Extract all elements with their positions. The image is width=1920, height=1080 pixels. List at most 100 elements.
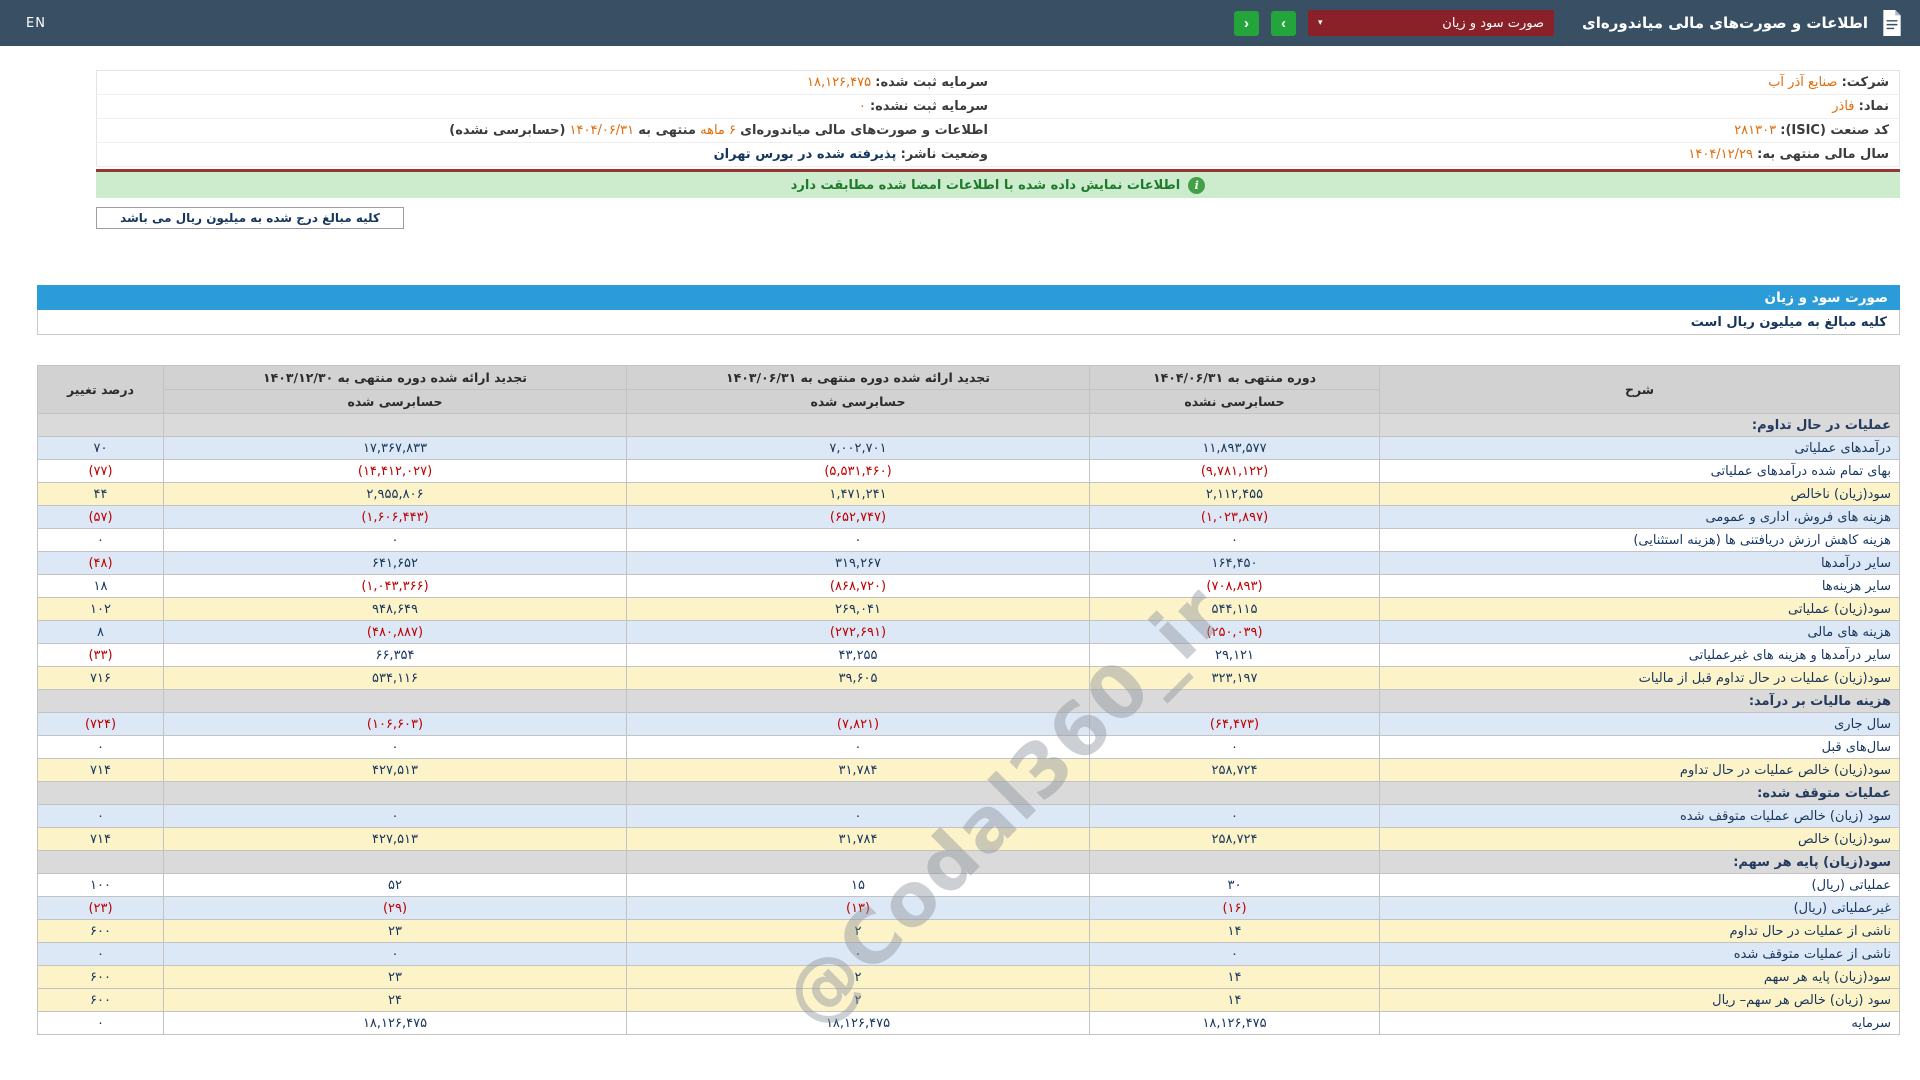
percent-change-cell: ۸ [38, 621, 164, 644]
percent-change-cell: (۷۲۴) [38, 713, 164, 736]
row-description: سود (زیان) خالص هر سهم– ریال [1380, 989, 1900, 1012]
percent-change-cell [38, 782, 164, 805]
percent-change-cell: (۲۳) [38, 897, 164, 920]
value-cell: ۶۶,۳۵۴ [164, 644, 627, 667]
percent-change-cell: (۵۷) [38, 506, 164, 529]
row-description: عملیات در حال تداوم: [1380, 414, 1900, 437]
value-cell: ۲۵۸,۷۲۴ [1090, 828, 1380, 851]
percent-change-cell: ۷۱۴ [38, 828, 164, 851]
row-description: سود(زیان) پایه هر سهم: [1380, 851, 1900, 874]
value-cell: ۹۴۸,۶۴۹ [164, 598, 627, 621]
percent-change-cell: ۷۱۶ [38, 667, 164, 690]
percent-change-cell: ۱۸ [38, 575, 164, 598]
value-cell: ۱۶۴,۴۵۰ [1090, 552, 1380, 575]
field-value: ۰ [859, 99, 866, 114]
nav-back-button[interactable]: ‹ [1234, 11, 1259, 36]
value-cell: (۶۴,۴۷۳) [1090, 713, 1380, 736]
row-description: هزینه مالیات بر درآمد: [1380, 690, 1900, 713]
audit-status-prior: حسابرسی شده [627, 390, 1090, 414]
income-statement-table: شرح دوره منتهی به ۱۴۰۴/۰۶/۳۱ تجدید ارائه… [37, 365, 1900, 1035]
value-cell [627, 690, 1090, 713]
company-info-table: شرکت: صنایع آذر آب سرمایه ثبت شده: ۱۸,۱۲… [96, 70, 1900, 167]
value-cell: (۱۳) [627, 897, 1090, 920]
language-toggle[interactable]: EN [26, 16, 46, 31]
table-row: درآمدهای عملیاتی۱۱,۸۹۳,۵۷۷۷,۰۰۲,۷۰۱۱۷,۳۶… [38, 437, 1900, 460]
audit-status-current: حسابرسی نشده [1090, 390, 1380, 414]
table-row: سود (زیان) خالص عملیات متوقف شده۰۰۰۰ [38, 805, 1900, 828]
statement-title-bar: صورت سود و زیان [37, 285, 1900, 310]
value-cell [164, 690, 627, 713]
row-description: سود(زیان) ناخالص [1380, 483, 1900, 506]
isic-code-field: کد صنعت (ISIC): ۲۸۱۳۰۳ [998, 119, 1900, 143]
field-label: کد صنعت (ISIC): [1780, 123, 1889, 138]
info-icon: i [1188, 177, 1205, 194]
percent-change-cell: ۷۱۴ [38, 759, 164, 782]
percent-change-cell: ۴۴ [38, 483, 164, 506]
table-row: غیرعملیاتی (ریال)(۱۶)(۱۳)(۲۹)(۲۳) [38, 897, 1900, 920]
page: { "colors": { "topbar_bg": "#394f63", "d… [0, 0, 1920, 1080]
percent-change-cell: (۷۷) [38, 460, 164, 483]
table-row: سود (زیان) خالص هر سهم– ریال۱۴۲۲۴۶۰۰ [38, 989, 1900, 1012]
row-description: سرمایه [1380, 1012, 1900, 1035]
percent-change-cell: ۰ [38, 805, 164, 828]
percent-change-cell: ۰ [38, 529, 164, 552]
percent-change-cell: ۱۰۰ [38, 874, 164, 897]
table-row: هزینه های مالی(۲۵۰,۰۳۹)(۲۷۲,۶۹۱)(۴۸۰,۸۸۷… [38, 621, 1900, 644]
value-cell: ۰ [627, 736, 1090, 759]
value-cell: ۳۰ [1090, 874, 1380, 897]
value-cell: ۲۶۹,۰۴۱ [627, 598, 1090, 621]
value-cell: ۶۴۱,۶۵۲ [164, 552, 627, 575]
value-cell: ۴۳,۲۵۵ [627, 644, 1090, 667]
value-cell: ۱۱,۸۹۳,۵۷۷ [1090, 437, 1380, 460]
info-row: شرکت: صنایع آذر آب سرمایه ثبت شده: ۱۸,۱۲… [97, 71, 1900, 95]
audit-status-note: (حسابرسی نشده) [449, 123, 565, 138]
value-cell [1090, 851, 1380, 874]
table-row: سایر درآمدها و هزینه های غیرعملیاتی۲۹,۱۲… [38, 644, 1900, 667]
nav-forward-button[interactable]: › [1271, 11, 1296, 36]
field-label: وضعیت ناشر: [901, 147, 988, 162]
value-cell [627, 414, 1090, 437]
statement-type-dropdown[interactable]: صورت سود و زیان ▾ [1308, 10, 1554, 36]
percent-change-cell: ۰ [38, 943, 164, 966]
value-cell: ۳۲۳,۱۹۷ [1090, 667, 1380, 690]
field-value: ۱۴۰۴/۱۲/۲۹ [1688, 147, 1753, 162]
field-label: شرکت: [1842, 75, 1889, 90]
value-cell: ۴۲۷,۵۱۳ [164, 828, 627, 851]
row-description: سایر درآمدها و هزینه های غیرعملیاتی [1380, 644, 1900, 667]
value-cell: (۱۰۶,۶۰۳) [164, 713, 627, 736]
column-header-period-annual: تجدید ارائه شده دوره منتهی به ۱۴۰۳/۱۲/۳۰ [164, 366, 627, 390]
percent-change-cell: ۷۰ [38, 437, 164, 460]
statement-table-body: عملیات در حال تداوم:درآمدهای عملیاتی۱۱,۸… [38, 414, 1900, 1035]
value-cell [627, 782, 1090, 805]
header-row-periods: شرح دوره منتهی به ۱۴۰۴/۰۶/۳۱ تجدید ارائه… [38, 366, 1900, 390]
percent-change-cell: (۳۳) [38, 644, 164, 667]
value-cell: (۹,۷۸۱,۱۲۲) [1090, 460, 1380, 483]
percent-change-cell: ۱۰۲ [38, 598, 164, 621]
row-description: سایر درآمدها [1380, 552, 1900, 575]
value-cell: ۰ [1090, 943, 1380, 966]
table-row: هزینه مالیات بر درآمد: [38, 690, 1900, 713]
value-cell: (۲۵۰,۰۳۹) [1090, 621, 1380, 644]
value-cell: ۱۸,۱۲۶,۴۷۵ [1090, 1012, 1380, 1035]
chevron-left-icon: ‹ [1244, 16, 1249, 31]
row-description: بهای تمام شده درآمدهای عملیاتی [1380, 460, 1900, 483]
value-cell: ۱۴ [1090, 989, 1380, 1012]
value-cell: (۲۹) [164, 897, 627, 920]
value-cell: ۱۴ [1090, 966, 1380, 989]
period-duration: ۶ ماهه [700, 123, 736, 138]
value-cell [164, 851, 627, 874]
table-header: شرح دوره منتهی به ۱۴۰۴/۰۶/۳۱ تجدید ارائه… [38, 366, 1900, 414]
value-cell: (۲۷۲,۶۹۱) [627, 621, 1090, 644]
row-description: سال جاری [1380, 713, 1900, 736]
value-cell: ۱۴ [1090, 920, 1380, 943]
value-cell [627, 851, 1090, 874]
value-cell: ۴۲۷,۵۱۳ [164, 759, 627, 782]
table-row: سود(زیان) عملیات در حال تداوم قبل از مال… [38, 667, 1900, 690]
table-row: بهای تمام شده درآمدهای عملیاتی(۹,۷۸۱,۱۲۲… [38, 460, 1900, 483]
value-cell: (۷۰۸,۸۹۳) [1090, 575, 1380, 598]
document-icon [1880, 10, 1904, 36]
field-label: منتهی به [638, 123, 696, 138]
table-row: سرمایه۱۸,۱۲۶,۴۷۵۱۸,۱۲۶,۴۷۵۱۸,۱۲۶,۴۷۵۰ [38, 1012, 1900, 1035]
table-row: سایر درآمدها۱۶۴,۴۵۰۳۱۹,۲۶۷۶۴۱,۶۵۲(۴۸) [38, 552, 1900, 575]
value-cell: ۲ [627, 966, 1090, 989]
